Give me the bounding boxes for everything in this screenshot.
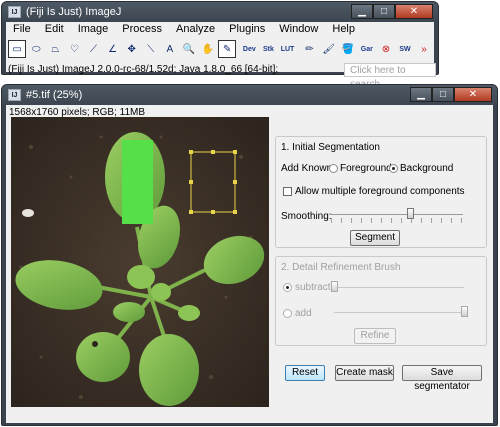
status-line: (Fiji Is Just) ImageJ 2.0.0-rc-68/1.52d;… [8,64,279,75]
image-window: IJ #5.tif (25%) ▁ □ ✕ 1568x1760 pixels; … [1,84,498,426]
flood-fill-tool-icon[interactable]: 🪣 [339,40,357,58]
smoothing-slider-ticks [331,218,463,223]
menu-analyze[interactable]: Analyze [169,22,222,37]
imagej-window-icon: IJ [8,89,21,101]
rectangle-tool-icon[interactable]: ▭ [8,40,27,58]
menu-help[interactable]: Help [325,22,362,37]
subtract-slider-knob[interactable] [331,281,338,292]
gar-tool-icon[interactable]: Gar [358,40,376,58]
minimize-icon[interactable]: ▁ [351,4,373,19]
multiple-foreground-label[interactable]: Allow multiple foreground components [295,186,465,197]
dev-tool-label: Dev [242,45,256,53]
search-field[interactable]: Click here to search [344,63,436,90]
menu-bar: File Edit Image Process Analyze Plugins Window… [6,22,434,37]
main-window-title: (Fiji Is Just) ImageJ [26,6,122,18]
menu-window[interactable]: Window [272,22,325,37]
imagej-main-window: IJ (Fiji Is Just) ImageJ ▁ □ ✕ File Edit I… [1,1,439,90]
add-slider-track[interactable] [334,312,464,313]
maximize-icon[interactable]: □ [432,87,454,102]
image-window-title: #5.tif (25%) [26,89,83,101]
subtract-label[interactable]: subtract [295,282,331,293]
image-client-area: 1568x1760 pixels; RGB; 11MB 1. Initial S… [6,105,493,423]
close-icon[interactable]: ✕ [454,87,492,102]
stop-tool-icon[interactable]: ⊗ [377,40,395,58]
angle-tool-icon[interactable]: ∠ [104,40,122,58]
create-mask-button[interactable]: Create mask [335,365,394,381]
polygon-tool-icon[interactable]: ⏢ [46,40,64,58]
multiple-foreground-checkbox[interactable] [283,187,292,196]
add-label[interactable]: add [295,308,312,319]
subtract-slider-track[interactable] [334,287,464,288]
pencil-tool-icon[interactable]: ✏ [301,40,319,58]
lut-tool-label: LUT [280,45,295,53]
section1-title: 1. Initial Segmentation [281,142,380,153]
section2-title: 2. Detail Refinement Brush [281,262,401,273]
more-tools-icon[interactable]: » [415,40,433,58]
menu-edit[interactable]: Edit [38,22,71,37]
plant-image [11,117,269,407]
background-radio[interactable] [389,164,398,173]
wand-tool-icon[interactable]: ⟍ [142,40,160,58]
image-canvas[interactable] [11,117,269,407]
point-tool-icon[interactable]: ✥ [123,40,141,58]
image-titlebar[interactable]: IJ #5.tif (25%) ▁ □ ✕ [2,85,497,105]
menu-file[interactable]: File [6,22,38,37]
freehand-tool-icon[interactable]: ♡ [65,40,83,58]
maximize-icon[interactable]: □ [373,4,395,19]
smoothing-label: Smoothing: [281,211,332,222]
smoothing-slider-knob[interactable] [407,208,415,219]
add-radio[interactable] [283,309,292,318]
refine-button[interactable]: Refine [354,328,396,344]
foreground-label[interactable]: Foreground [340,163,392,174]
menu-image[interactable]: Image [71,22,116,37]
smoothing-slider-track[interactable] [331,214,463,215]
close-icon[interactable]: ✕ [395,4,433,19]
save-segmentator-button[interactable]: Save segmentator [402,365,482,392]
foreground-mark [122,140,153,224]
stack-tool-icon[interactable]: Stk [259,40,277,58]
foreground-radio[interactable] [329,164,338,173]
tool-bar: ▭ ⬭ ⏢ ♡ ⟋ ∠ ✥ ⟍ A 🔍 ✋ ✎ Dev Stk LUT ✏ 🖌 🪣 Gar ⊗ SW » [6,38,434,62]
reset-button[interactable]: Reset [285,365,325,381]
text-tool-icon[interactable]: A [161,40,179,58]
menu-plugins[interactable]: Plugins [222,22,272,37]
brush-tool-icon[interactable]: 🖌 [320,40,338,58]
gar-tool-label: Gar [360,45,373,53]
sync-tool-icon[interactable]: SW [396,40,414,58]
subtract-radio[interactable] [283,283,292,292]
sync-tool-label: SW [399,45,411,53]
stack-tool-label: Stk [262,45,274,53]
background-label[interactable]: Background [400,163,453,174]
detail-refinement-panel: 2. Detail Refinement Brush subtract add … [275,256,487,346]
imagej-app-icon: IJ [8,6,21,18]
main-client-area: File Edit Image Process Analyze Plugins Window… [6,22,436,90]
initial-segmentation-panel: 1. Initial Segmentation Add Known Foregr… [275,136,487,248]
lut-tool-icon[interactable]: LUT [278,40,296,58]
add-slider-knob[interactable] [461,306,468,317]
hand-tool-icon[interactable]: ✋ [199,40,217,58]
line-tool-icon[interactable]: ⟋ [85,40,103,58]
dev-tool-icon[interactable]: Dev [240,40,258,58]
color-picker-tool-icon[interactable]: ✎ [218,40,237,58]
add-known-label: Add Known [281,163,333,174]
main-titlebar[interactable]: IJ (Fiji Is Just) ImageJ ▁ □ ✕ [2,2,438,22]
minimize-icon[interactable]: ▁ [410,87,432,102]
segment-button[interactable]: Segment [350,230,400,246]
menu-process[interactable]: Process [115,22,169,37]
magnifier-tool-icon[interactable]: 🔍 [180,40,198,58]
oval-tool-icon[interactable]: ⬭ [27,40,45,58]
